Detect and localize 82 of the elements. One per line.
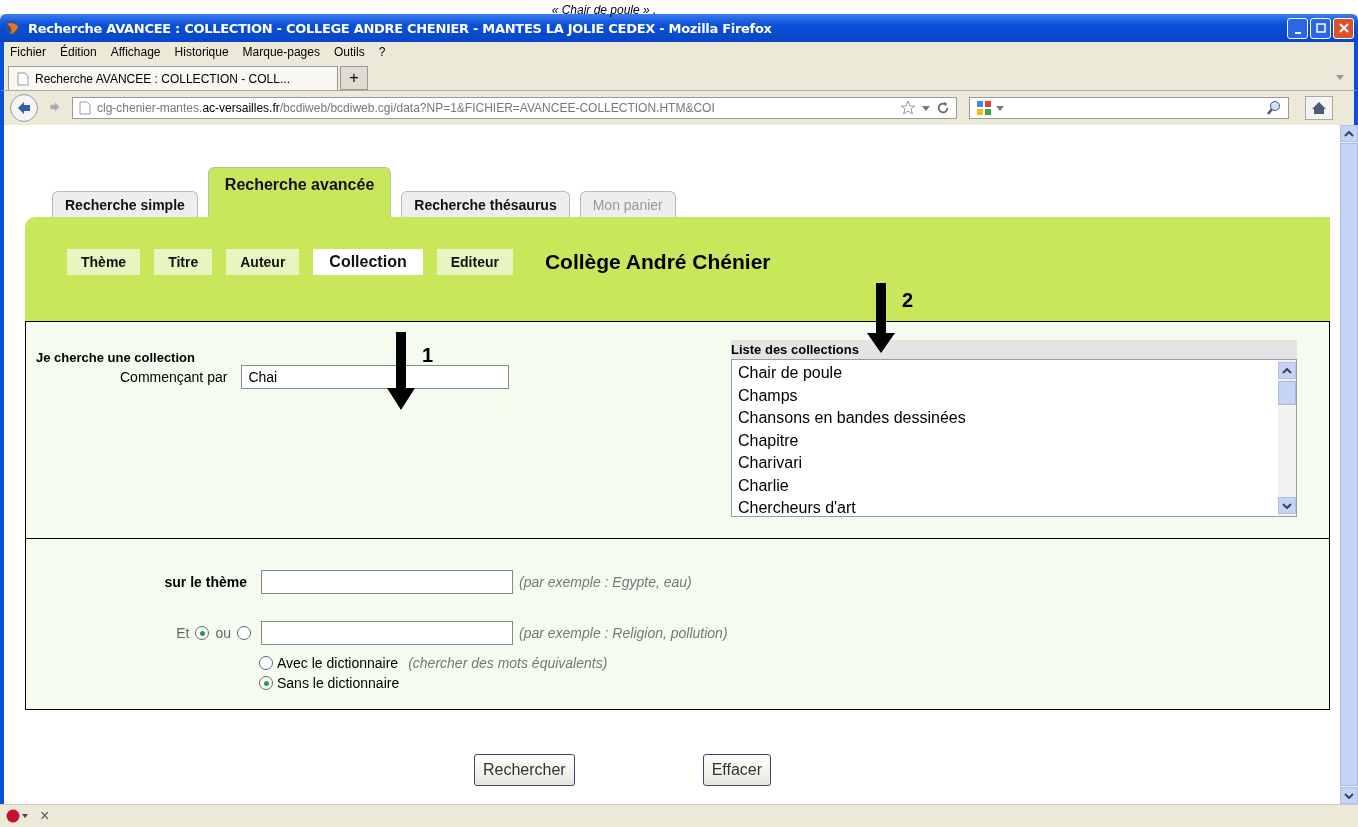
menu-item[interactable]: ? (378, 45, 386, 59)
annotation-label: 2 (902, 289, 914, 312)
page-icon (17, 71, 29, 86)
search-icon[interactable] (1266, 100, 1282, 116)
field-label: Commençant par (120, 369, 228, 385)
minimize-button[interactable] (1287, 17, 1308, 39)
menu-item[interactable]: Affichage (110, 45, 161, 59)
chevron-down-icon[interactable] (1344, 792, 1354, 799)
annotation-label: 1 (422, 344, 434, 367)
browser-tab[interactable]: Recherche AVANCEE : COLLECTION - COLL... (8, 66, 338, 90)
sub-tab[interactable]: Thème (67, 249, 141, 275)
form-button[interactable]: Rechercher (473, 754, 575, 786)
window-title: Recherche AVANCEE : COLLECTION - COLLEGE ANDRE CHENIER - MANTES LA JOLIE CEDEX - Mozilla Firefox (28, 20, 773, 36)
collection-input-field[interactable]: Chai (241, 365, 510, 389)
radio-button[interactable] (237, 626, 251, 640)
form-button[interactable]: Effacer (702, 754, 772, 786)
reload-icon[interactable] (936, 101, 950, 115)
back-arrow-icon (16, 100, 32, 116)
section-heading: Je cherche une collection (36, 350, 195, 365)
radio-label: Et (176, 625, 190, 641)
scrollbar[interactable] (1278, 360, 1296, 516)
close-button[interactable] (1333, 17, 1354, 39)
home-icon (1311, 100, 1327, 116)
caret-icon[interactable] (996, 105, 1004, 111)
list-heading: Liste des collections (731, 340, 1297, 359)
search-field[interactable] (969, 97, 1289, 119)
close-icon (1338, 23, 1349, 33)
list-item[interactable]: Chansons en bandes dessinées (738, 407, 1272, 430)
menu-item[interactable]: Historique (174, 45, 229, 59)
site-title: Collège André Chénier (544, 250, 771, 274)
sub-tab[interactable]: Collection (313, 249, 423, 275)
list-item[interactable]: Charivari (738, 452, 1272, 475)
sub-tab[interactable]: Auteur (226, 249, 300, 275)
scrollbar-thumb[interactable] (1278, 381, 1296, 405)
menu-item[interactable]: Outils (333, 45, 365, 59)
radio-label: Sans le dictionnaire (277, 675, 400, 691)
list-item[interactable]: Champs (738, 384, 1272, 407)
radio-label: ou (215, 625, 231, 641)
radio-button[interactable] (195, 626, 210, 640)
star-icon[interactable] (900, 100, 916, 116)
maximize-button[interactable] (1310, 17, 1331, 39)
caret-icon[interactable] (922, 105, 930, 111)
hint-text: (chercher des mots équivalents) (408, 655, 608, 671)
page-tab[interactable]: Recherche avancée (207, 167, 392, 217)
browser-logo-icon (4, 20, 20, 36)
new-tab-button[interactable]: + (340, 66, 368, 90)
field-label: sur le thème (163, 574, 248, 590)
minimize-icon (1294, 31, 1301, 34)
chevron-up-icon[interactable] (1282, 367, 1292, 374)
sub-tab[interactable]: Titre (154, 249, 213, 275)
sub-tab[interactable]: Editeur (436, 249, 513, 275)
page-tab[interactable]: Recherche simple (52, 191, 198, 217)
search-engine-icon (976, 100, 992, 116)
list-item[interactable]: Chapitre (738, 429, 1272, 452)
radio-button[interactable] (259, 676, 273, 690)
theme-input-field[interactable] (261, 570, 513, 594)
page-tab[interactable]: Recherche thésaurus (401, 191, 570, 217)
menu-item[interactable]: Fichier (10, 45, 46, 59)
menu-item[interactable]: Marque-pages (242, 45, 320, 59)
arrow-icon (386, 332, 416, 412)
menu-item[interactable]: Édition (60, 45, 97, 59)
page-icon (79, 101, 91, 115)
address-bar[interactable]: clg-chenier-mantes.ac-versailles.fr/bcdiweb/bcdiweb.cgi/data?NP=1&FICHIER=AVANCEE-COLLECTION.HTM&COI (72, 97, 957, 119)
radio-label: Avec le dictionnaire (277, 655, 399, 671)
close-button[interactable]: × (40, 807, 50, 825)
hint-text: (par exemple : Religion, pollution) (519, 625, 728, 641)
chevron-down-icon[interactable] (1282, 502, 1292, 509)
maximize-icon (1315, 23, 1326, 33)
hint-text: (par exemple : Egypte, eau) (519, 574, 692, 590)
list-item[interactable]: Chair de poule (738, 362, 1272, 385)
list-item[interactable]: Chercheurs d'art (738, 497, 1272, 516)
forward-arrow-icon (49, 100, 61, 113)
caret-icon[interactable] (1336, 75, 1344, 80)
theme-input-field[interactable] (261, 621, 513, 645)
back-button[interactable] (10, 94, 38, 122)
list-item[interactable]: Charlie (738, 474, 1272, 497)
caption-text: « Chair de poule » . (551, 3, 657, 17)
collections-listbox[interactable]: Chair de poule Champs Chansons en bandes dessinées Chapitre Charivari Charlie Chercheurs d'art (731, 359, 1297, 517)
radio-button[interactable] (259, 656, 273, 670)
home-button[interactable] (1305, 96, 1333, 120)
adblock-icon[interactable] (6, 809, 28, 823)
chevron-up-icon[interactable] (1344, 130, 1354, 137)
